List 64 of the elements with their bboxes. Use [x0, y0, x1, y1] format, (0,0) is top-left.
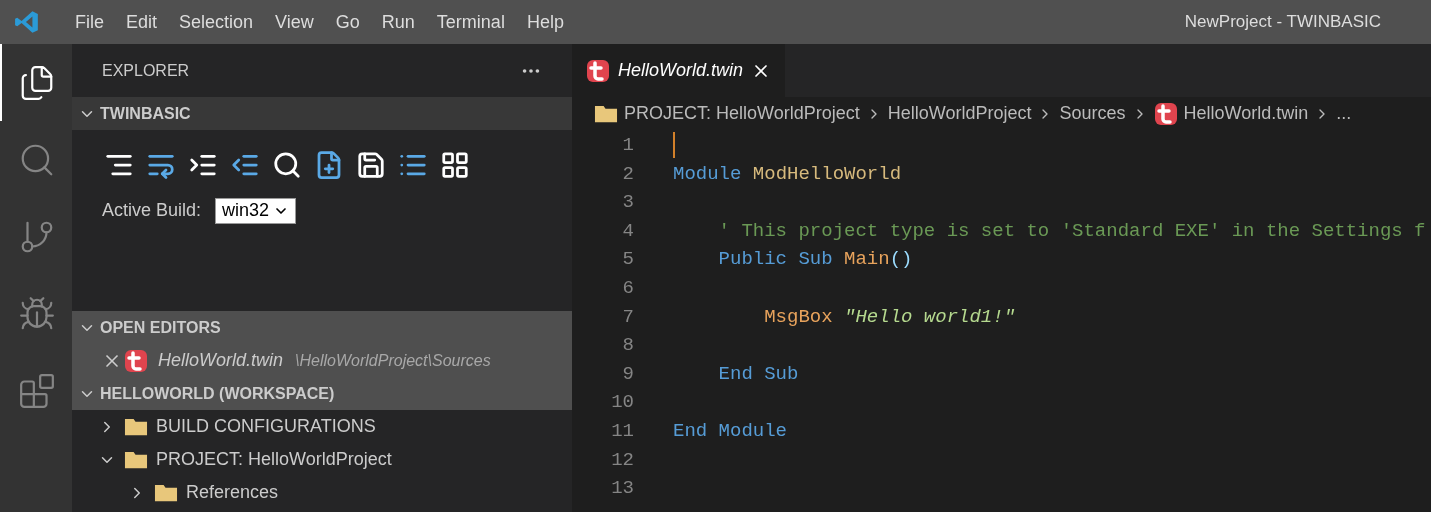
editor-tab[interactable]: HelloWorld.twin [572, 44, 786, 97]
breadcrumb[interactable]: HelloWorldProject [887, 100, 1032, 127]
build-dropdown[interactable]: win32 [215, 197, 297, 224]
blocks-icon [18, 371, 56, 410]
section-header[interactable]: OPEN EDITORS [72, 311, 572, 344]
line-number: 5 [621, 247, 634, 273]
line-number: 7 [621, 304, 634, 330]
menu-item[interactable]: Selection [168, 8, 265, 36]
menu-item[interactable]: Terminal [425, 8, 516, 36]
section-title: HELLOWORLD (WORKSPACE) [100, 383, 335, 404]
menu-item[interactable]: Edit [115, 8, 169, 36]
file-path: \HelloWorldProject\Sources [295, 350, 491, 371]
open-editor-item[interactable]: HelloWorld.twin \HelloWorldProject\Sources [72, 344, 572, 377]
menu-item[interactable]: Help [515, 8, 575, 36]
code-line: End Module [673, 419, 788, 444]
menu-item[interactable]: View [264, 8, 325, 36]
file-name: HelloWorld.twin [158, 349, 284, 372]
folder-label: BUILD CONFIGURATIONS [156, 415, 376, 438]
search-icon[interactable] [272, 150, 302, 180]
sidebar-title: EXPLORER [102, 60, 190, 81]
menu-item[interactable]: File [64, 8, 115, 36]
breadcrumb[interactable]: ... [1336, 100, 1352, 127]
menu-item[interactable]: Run [370, 8, 426, 36]
breadcrumb[interactable]: Sources [1059, 100, 1126, 127]
line-number: 8 [621, 333, 634, 359]
line-number: 6 [621, 276, 634, 301]
code-line: End Sub [717, 361, 799, 387]
line-number: 3 [621, 190, 634, 216]
line-number: 2 [621, 161, 634, 187]
save-icon[interactable] [356, 150, 386, 180]
folder-icon [594, 103, 618, 124]
section-header[interactable]: TWINBASIC [72, 97, 572, 130]
line-number: 4 [621, 218, 634, 244]
code-line: Public Sub Main() [717, 247, 913, 273]
line-number: 12 [610, 447, 634, 473]
breadcrumb[interactable]: PROJECT: HelloWorldProject [624, 100, 860, 127]
section-title: TWINBASIC [100, 103, 191, 124]
breadcrumb[interactable]: HelloWorld.twin [1183, 100, 1309, 127]
line-number: 11 [610, 419, 634, 444]
section-title: OPEN EDITORS [100, 317, 221, 338]
twin-file-icon [586, 58, 610, 83]
code-line: MsgBox "Hello world1!" [763, 304, 1016, 330]
line-number: 13 [610, 476, 634, 502]
folder-icon [124, 449, 148, 470]
folder-label: PROJECT: HelloWorldProject [156, 448, 392, 471]
line-number: 1 [621, 133, 634, 159]
code-line: Module ModHelloWorld [673, 161, 902, 187]
tree-item[interactable]: References [72, 476, 572, 509]
app-logo-icon [14, 9, 40, 35]
folder-icon [154, 482, 178, 503]
field-label: Active Build: [102, 199, 202, 222]
line-number: 9 [621, 361, 634, 387]
code-line: ' This project type is set to 'Standard EXE' in the Settings f [717, 218, 1426, 244]
line-number: 10 [610, 390, 634, 416]
twin-file-icon [124, 348, 148, 373]
menu-item[interactable]: Go [324, 8, 371, 36]
section-header[interactable]: HELLOWORLD (WORKSPACE) [72, 377, 572, 410]
folder-label: References [186, 481, 279, 504]
folder-icon [124, 416, 148, 437]
tree-item[interactable]: BUILD CONFIGURATIONS [72, 410, 572, 443]
window-title: NewProject - TWINBASIC [1184, 11, 1381, 34]
grid-icon[interactable] [440, 150, 470, 180]
twin-file-icon [1153, 101, 1178, 126]
tree-item[interactable]: PROJECT: HelloWorldProject [72, 443, 572, 476]
